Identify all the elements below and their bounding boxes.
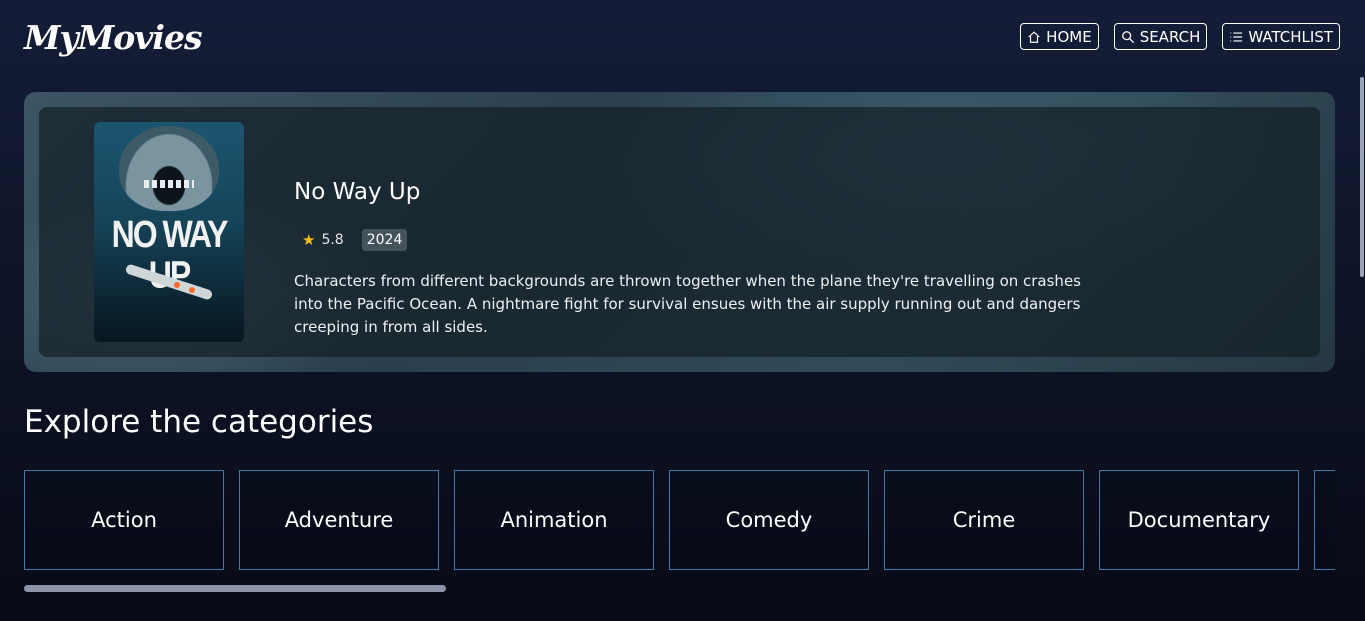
movie-overview: Characters from different backgrounds ar… — [294, 272, 1081, 336]
featured-overlay: NO WAY UP No Way Up ★ 5.8 2024 Character… — [39, 107, 1320, 357]
nav-watchlist-label: WATCHLIST — [1248, 27, 1333, 46]
movie-title: No Way Up — [294, 179, 421, 205]
home-icon — [1028, 30, 1040, 43]
app-logo[interactable]: MyMovies — [24, 18, 203, 57]
category-card-documentary[interactable]: Documentary — [1099, 470, 1299, 570]
nav-home-button[interactable]: HOME — [1020, 23, 1099, 50]
page-scrollbar-thumb[interactable] — [1360, 77, 1364, 277]
movie-poster[interactable]: NO WAY UP — [94, 122, 244, 342]
nav-search-button[interactable]: SEARCH — [1113, 23, 1208, 50]
categories-track: Action Adventure Animation Comedy Crime … — [24, 470, 1335, 570]
category-card-adventure[interactable]: Adventure — [239, 470, 439, 570]
poster-shark-art — [119, 126, 219, 211]
category-card-animation[interactable]: Animation — [454, 470, 654, 570]
nav-watchlist-button[interactable]: WATCHLIST — [1222, 23, 1340, 50]
poster-fire-art — [174, 282, 180, 288]
top-nav: HOME SEARCH WATCHLIST — [1020, 23, 1340, 50]
star-icon: ★ — [302, 231, 316, 249]
categories-heading: Explore the categories — [24, 404, 374, 440]
list-icon — [1230, 31, 1243, 42]
poster-teeth-art — [144, 180, 194, 188]
search-icon — [1121, 30, 1134, 43]
category-card-crime[interactable]: Crime — [884, 470, 1084, 570]
categories-carousel[interactable]: Action Adventure Animation Comedy Crime … — [24, 470, 1335, 570]
category-card-action[interactable]: Action — [24, 470, 224, 570]
movie-year-badge: 2024 — [361, 229, 408, 251]
categories-scrollbar-thumb[interactable] — [24, 585, 446, 592]
category-card-partial[interactable] — [1314, 470, 1335, 570]
poster-fire-art — [189, 287, 195, 293]
nav-home-label: HOME — [1046, 27, 1092, 46]
nav-search-label: SEARCH — [1139, 27, 1201, 46]
featured-banner[interactable]: NO WAY UP No Way Up ★ 5.8 2024 Character… — [24, 92, 1335, 372]
movie-meta: ★ 5.8 2024 — [302, 229, 408, 251]
page-scrollbar[interactable] — [1359, 73, 1365, 621]
movie-rating: 5.8 — [321, 232, 344, 248]
category-card-comedy[interactable]: Comedy — [669, 470, 869, 570]
